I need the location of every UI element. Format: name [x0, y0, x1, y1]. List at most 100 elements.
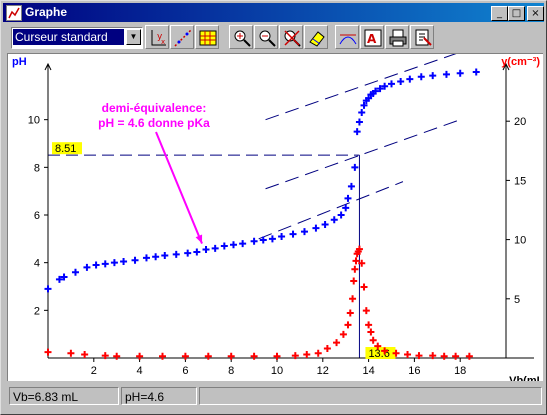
derivative-point [81, 350, 89, 358]
derivative-point [367, 328, 375, 336]
derivative-point [465, 352, 473, 360]
title-bar[interactable]: Graphe _ □ × [3, 3, 544, 22]
close-button[interactable]: × [527, 6, 544, 21]
derivative-point [136, 352, 144, 360]
ph-point [184, 249, 192, 257]
x-tick-label: 18 [454, 365, 466, 377]
tangent-button[interactable] [335, 25, 359, 49]
ph-point [417, 73, 425, 81]
x-tick-label: 12 [317, 365, 329, 377]
window-title: Graphe [25, 5, 68, 19]
erase-button[interactable] [304, 25, 328, 49]
vb-value-label: 13.6 [368, 348, 389, 360]
text-annotation-button[interactable]: A [360, 25, 384, 49]
export-icon [415, 29, 432, 46]
derivative-point [404, 350, 412, 358]
derivative-point [333, 339, 341, 347]
derivative-point [365, 321, 373, 329]
titration-chart: 2 4 6 8 10 5 10 15 20 2 4 6 8 10 12 14 16 18 pH y(cm⁻³) Vb(m… [12, 47, 547, 387]
annotation-line-1: demi-équivalence: [102, 101, 207, 115]
derivative-point [362, 307, 370, 315]
status-ph: pH=4.6 [121, 387, 197, 405]
ph-point [472, 68, 480, 76]
ph-point [83, 263, 91, 271]
x-tick-label: 6 [182, 365, 188, 377]
ph-point [268, 235, 276, 243]
minimize-button[interactable]: _ [491, 6, 508, 21]
x-tick-label: 8 [228, 365, 234, 377]
scale-axes-button[interactable]: yx [145, 25, 169, 49]
ph-point [71, 268, 79, 276]
ph-point [239, 240, 247, 248]
ph-point [456, 69, 464, 77]
ph-point [312, 224, 320, 232]
annotation-arrow [155, 131, 203, 244]
text-annotation-icon: A [364, 29, 382, 47]
derivative-point [314, 349, 322, 357]
ph-point [202, 246, 210, 254]
maximize-button[interactable]: □ [508, 6, 525, 21]
svg-text:x: x [161, 38, 165, 46]
y-left-tick-label: 10 [28, 115, 40, 127]
cursor-mode-select[interactable]: Curseur standard ▼ [11, 27, 143, 49]
ph-point [92, 261, 100, 269]
zoom-cancel-icon [284, 30, 301, 47]
zoom-in-button[interactable] [229, 25, 253, 49]
derivative-point [67, 349, 75, 357]
derivative-point [273, 352, 281, 360]
ph-point [289, 230, 297, 238]
graph-window: Graphe _ □ × Curseur standard ▼ yx A 2 4… [0, 0, 547, 415]
ph-point [278, 232, 286, 240]
derivative-point [344, 321, 352, 329]
grid-table-button[interactable] [195, 25, 219, 49]
ph-point [406, 75, 414, 83]
x-tick-label: 2 [91, 365, 97, 377]
derivative-point [360, 283, 368, 291]
chevron-down-icon[interactable]: ▼ [126, 29, 141, 45]
draw-line-icon [174, 29, 192, 47]
x-axis-label: Vb(mL) [509, 375, 543, 381]
derivative-point [227, 352, 235, 360]
ph-point [152, 253, 160, 261]
ph-point [101, 260, 109, 268]
ph-point [250, 237, 258, 245]
tangent-line [265, 119, 461, 190]
derivative-point [351, 265, 359, 273]
status-vb: Vb=6.83 mL [9, 387, 119, 405]
print-icon [389, 29, 407, 47]
right-axis-label: y(cm⁻³) [501, 56, 540, 68]
erase-icon [309, 31, 325, 47]
ph-point [351, 163, 359, 171]
draw-line-button[interactable] [170, 25, 194, 49]
derivative-point [204, 352, 212, 360]
toolbar: Curseur standard ▼ yx A [3, 23, 544, 53]
ph-point [220, 242, 228, 250]
print-button[interactable] [385, 25, 409, 49]
zoom-out-button[interactable] [254, 25, 278, 49]
x-tick-label: 16 [408, 365, 420, 377]
ph-point [120, 257, 128, 265]
derivative-point [440, 352, 448, 360]
status-empty [199, 387, 542, 405]
zoom-cancel-button[interactable] [279, 25, 303, 49]
ph-point [300, 228, 308, 236]
x-tick-label: 10 [271, 365, 283, 377]
ph-point [161, 252, 169, 260]
ph-point [353, 128, 361, 136]
ph-point [344, 194, 352, 202]
ph-point [44, 285, 52, 293]
ph-point [442, 70, 450, 78]
derivative-point [44, 348, 52, 356]
derivative-point [346, 309, 354, 317]
derivative-point [181, 352, 189, 360]
y-right-tick-label: 10 [514, 235, 526, 247]
derivative-point [113, 352, 121, 360]
ph-value-label: 8.51 [55, 143, 76, 155]
x-tick-label: 14 [362, 365, 374, 377]
y-right-tick-label: 5 [514, 294, 520, 306]
cursor-mode-value: Curseur standard [13, 29, 124, 45]
ph-point [142, 254, 150, 262]
plot-area[interactable]: 2 4 6 8 10 5 10 15 20 2 4 6 8 10 12 14 16 18 pH y(cm⁻³) Vb(m… [7, 47, 547, 387]
ph-point [397, 78, 405, 86]
export-button[interactable] [410, 25, 434, 49]
